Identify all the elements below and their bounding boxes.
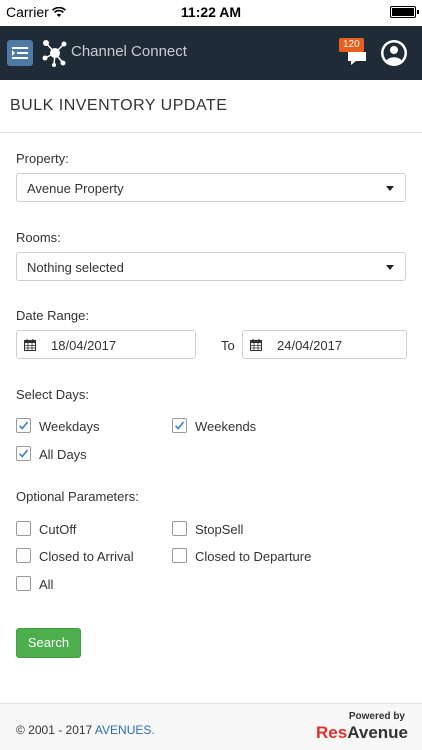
date-to-value: 24/04/2017 bbox=[277, 338, 343, 353]
all-optional-checkbox[interactable] bbox=[16, 576, 31, 591]
weekends-label: Weekends bbox=[195, 419, 257, 434]
weekdays-label: Weekdays bbox=[39, 419, 100, 434]
caret-down-icon bbox=[386, 265, 394, 270]
app-brand: Channel Connect bbox=[71, 43, 187, 60]
calendar-icon bbox=[24, 339, 36, 351]
checkmark-icon bbox=[18, 449, 29, 458]
date-range-label: Date Range: bbox=[16, 308, 89, 323]
cutoff-label: CutOff bbox=[39, 522, 77, 537]
closed-to-arrival-checkbox[interactable] bbox=[16, 548, 31, 563]
notification-badge: 120 bbox=[339, 38, 364, 52]
clock: 11:22 AM bbox=[180, 4, 242, 20]
logo-avenue: Avenue bbox=[347, 723, 408, 742]
property-select[interactable]: Avenue Property bbox=[16, 173, 406, 202]
closed-to-arrival-label: Closed to Arrival bbox=[39, 549, 134, 564]
property-label: Property: bbox=[16, 151, 69, 166]
checkmark-icon bbox=[18, 421, 29, 430]
copyright: © 2001 - 2017 AVENUES. bbox=[16, 723, 155, 737]
date-from-value: 18/04/2017 bbox=[51, 338, 117, 353]
resavenue-logo: ResAvenue bbox=[316, 723, 408, 743]
cutoff-checkbox[interactable] bbox=[16, 521, 31, 536]
all-days-checkbox[interactable] bbox=[16, 446, 31, 461]
logo-res: Res bbox=[316, 723, 348, 742]
battery-icon bbox=[390, 6, 419, 18]
caret-down-icon bbox=[386, 186, 394, 191]
brand-part2: Connect bbox=[131, 43, 187, 60]
closed-to-departure-checkbox[interactable] bbox=[172, 548, 187, 563]
select-days-label: Select Days: bbox=[16, 387, 89, 402]
app-header: Channel Connect 120 bbox=[0, 26, 422, 80]
date-from-field[interactable]: 18/04/2017 bbox=[16, 330, 196, 359]
avenues-link[interactable]: AVENUES. bbox=[95, 723, 155, 737]
divider bbox=[0, 132, 422, 133]
menu-icon bbox=[12, 47, 28, 59]
user-avatar[interactable] bbox=[381, 40, 407, 66]
to-label: To bbox=[221, 338, 235, 353]
brand-part1: Channel bbox=[71, 43, 132, 60]
search-button[interactable]: Search bbox=[16, 628, 81, 658]
menu-button[interactable] bbox=[7, 40, 33, 66]
all-days-label: All Days bbox=[39, 447, 87, 462]
powered-by-label: Powered by bbox=[348, 711, 405, 722]
user-icon bbox=[382, 41, 406, 65]
page-title: BULK INVENTORY UPDATE bbox=[10, 97, 228, 114]
rooms-select[interactable]: Nothing selected bbox=[16, 252, 406, 281]
date-to-field[interactable]: 24/04/2017 bbox=[242, 330, 407, 359]
weekends-checkbox[interactable] bbox=[172, 418, 187, 433]
weekdays-checkbox[interactable] bbox=[16, 418, 31, 433]
channel-connect-logo-icon bbox=[42, 39, 68, 67]
stopsell-checkbox[interactable] bbox=[172, 521, 187, 536]
property-value: Avenue Property bbox=[27, 181, 124, 196]
copyright-text: © 2001 - 2017 bbox=[16, 723, 95, 737]
rooms-value: Nothing selected bbox=[27, 260, 124, 275]
status-bar: Carrier 11:22 AM bbox=[0, 0, 422, 26]
all-optional-label: All bbox=[39, 577, 54, 592]
optional-parameters-label: Optional Parameters: bbox=[16, 489, 139, 504]
checkmark-icon bbox=[174, 421, 185, 430]
calendar-icon bbox=[250, 339, 262, 351]
closed-to-departure-label: Closed to Departure bbox=[195, 549, 312, 564]
rooms-label: Rooms: bbox=[16, 230, 61, 245]
stopsell-label: StopSell bbox=[195, 522, 244, 537]
footer: © 2001 - 2017 AVENUES. Powered by ResAve… bbox=[0, 703, 422, 750]
